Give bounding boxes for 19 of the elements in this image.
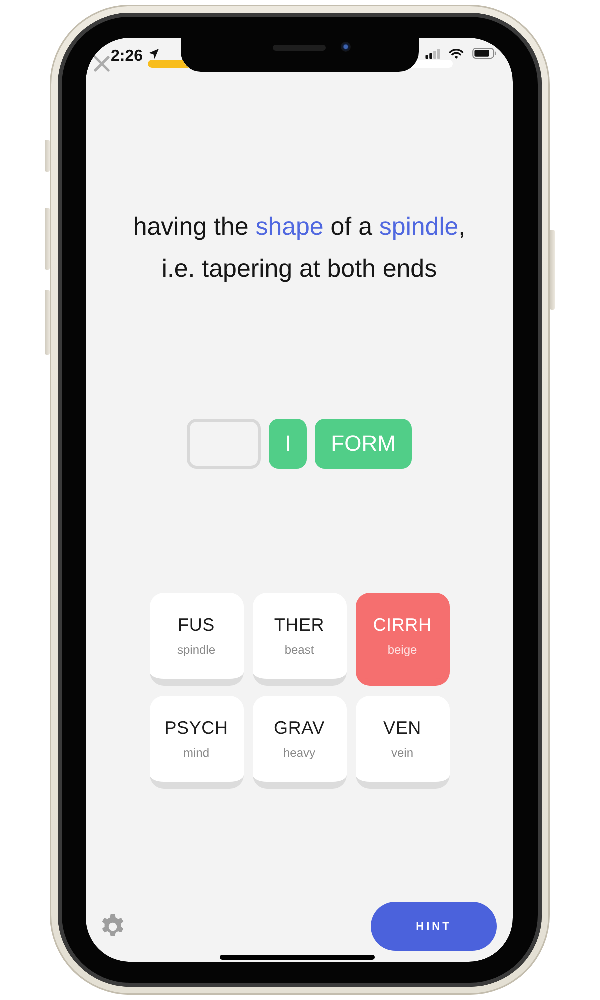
word-root-tile[interactable]: VEN vein [356,696,450,789]
hint-button[interactable]: HINT [371,902,497,951]
status-time: 2:26 [111,48,144,66]
side-key [45,140,50,172]
speaker-icon [273,45,326,51]
word-root-tile[interactable]: THER beast [252,593,346,686]
word-root-tile[interactable]: GRAV heavy [252,696,346,789]
camera-lens-icon [341,42,351,52]
wifi-icon [449,49,464,59]
definition-text: having the shape of a spindle, i.e. tapering at both ends [132,212,467,285]
side-key [45,290,50,355]
close-icon[interactable] [94,56,110,72]
signal-icon [425,49,441,59]
battery-icon [472,48,497,59]
location-arrow-icon [149,49,159,59]
answer-box[interactable] [187,419,262,469]
word-root-tile[interactable]: PSYCH mind [150,696,244,789]
word-root-tile[interactable]: FUS spindle [150,593,244,686]
side-key [45,208,50,270]
